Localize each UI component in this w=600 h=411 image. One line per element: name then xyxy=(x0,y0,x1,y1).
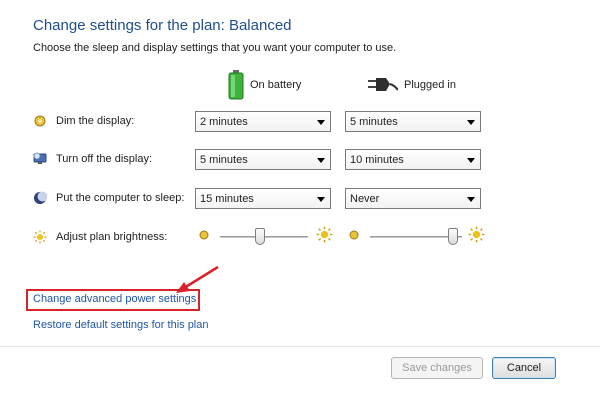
slider-thumb[interactable] xyxy=(255,228,265,245)
sleep-row-label: Put the computer to sleep: xyxy=(33,188,184,208)
dim-display-plugged-select[interactable]: 5 minutes xyxy=(345,111,481,132)
turn-off-display-plugged-select[interactable]: 10 minutes xyxy=(345,149,481,170)
turn-off-display-battery-select[interactable]: 5 minutes xyxy=(195,149,331,170)
sleep-battery-select[interactable]: 15 minutes xyxy=(195,188,331,209)
dim-brightness-icon xyxy=(349,230,359,240)
sleep-plugged-value: Never xyxy=(350,192,380,205)
bright-sun-icon xyxy=(316,226,333,243)
turn-off-display-label: Turn off the display: xyxy=(56,153,152,165)
chevron-down-icon xyxy=(317,120,325,125)
sleep-battery-value: 15 minutes xyxy=(200,192,254,205)
sleep-plugged-select[interactable]: Never xyxy=(345,188,481,209)
monitor-icon xyxy=(33,152,47,164)
turn-off-display-row-label: Turn off the display: xyxy=(33,149,152,169)
restore-default-settings-link[interactable]: Restore default settings for this plan xyxy=(33,319,208,331)
brightness-row-label: Adjust plan brightness: xyxy=(33,227,167,247)
footer-divider xyxy=(0,346,600,347)
sleep-label: Put the computer to sleep: xyxy=(56,192,185,204)
turn-off-display-plugged-value: 10 minutes xyxy=(350,153,404,166)
dim-display-icon xyxy=(34,115,46,127)
dim-display-row-label: Dim the display: xyxy=(33,111,134,131)
dim-display-battery-select[interactable]: 2 minutes xyxy=(195,111,331,132)
turn-off-display-battery-value: 5 minutes xyxy=(200,153,248,166)
bright-sun-icon xyxy=(468,226,485,243)
chevron-down-icon xyxy=(317,197,325,202)
brightness-label: Adjust plan brightness: xyxy=(56,231,168,243)
battery-brightness-slider[interactable] xyxy=(220,227,308,247)
moon-icon xyxy=(34,191,47,204)
sun-icon xyxy=(33,230,47,244)
battery-column-header: On battery xyxy=(228,68,301,102)
slider-thumb[interactable] xyxy=(448,228,458,245)
page-subtitle: Choose the sleep and display settings th… xyxy=(33,42,397,54)
plugged-brightness-slider[interactable] xyxy=(370,227,462,247)
page-title: Change settings for the plan: Balanced xyxy=(33,17,292,34)
chevron-down-icon xyxy=(317,158,325,163)
battery-column-label: On battery xyxy=(250,79,302,91)
power-plug-icon xyxy=(368,78,398,91)
plugged-column-header: Plugged in xyxy=(368,68,456,102)
dim-display-plugged-value: 5 minutes xyxy=(350,115,398,128)
battery-icon xyxy=(228,70,244,100)
chevron-down-icon xyxy=(467,158,475,163)
chevron-down-icon xyxy=(467,120,475,125)
plugged-column-label: Plugged in xyxy=(404,79,456,91)
dim-brightness-icon xyxy=(199,230,209,240)
dim-display-battery-value: 2 minutes xyxy=(200,115,248,128)
change-advanced-power-settings-link[interactable]: Change advanced power settings xyxy=(33,293,196,305)
cancel-button[interactable]: Cancel xyxy=(492,357,556,379)
save-changes-button[interactable]: Save changes xyxy=(391,357,483,379)
dim-display-label: Dim the display: xyxy=(56,115,135,127)
chevron-down-icon xyxy=(467,197,475,202)
